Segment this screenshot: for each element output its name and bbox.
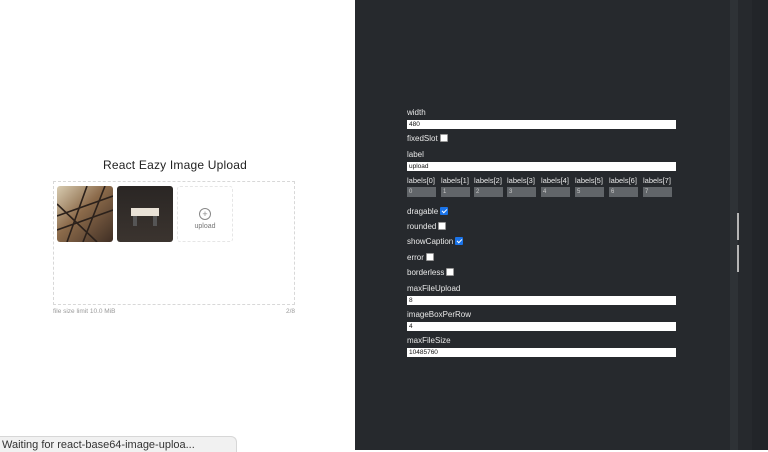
file-size-limit: file size limit 10.0 MiB <box>53 308 116 315</box>
image-thumbnail[interactable] <box>117 186 173 242</box>
uploader-title: React Eazy Image Upload <box>102 158 247 172</box>
error-checkbox[interactable] <box>425 252 434 261</box>
maxfileupload-input[interactable]: 8 <box>407 296 676 305</box>
labels-4-input[interactable]: 4 <box>541 187 570 197</box>
error-row: error <box>407 252 434 262</box>
labels-5-label: labels[5] <box>575 176 603 185</box>
fixedslot-label: fixedSlot <box>407 134 438 143</box>
width-input[interactable]: 480 <box>407 120 676 129</box>
upload-label: upload <box>194 223 216 230</box>
error-label: error <box>407 253 424 262</box>
showcaption-row: showCaption <box>407 236 464 246</box>
dragable-row: dragable <box>407 206 449 216</box>
label-input[interactable]: upload <box>407 162 676 171</box>
image-upload-area[interactable]: + upload <box>53 181 295 305</box>
labels-2-label: labels[2] <box>474 176 502 185</box>
labels-7-input[interactable]: 7 <box>643 187 672 197</box>
labels-1-label: labels[1] <box>441 176 469 185</box>
labels-4-label: labels[4] <box>541 176 569 185</box>
labels-2-input[interactable]: 2 <box>474 187 503 197</box>
maxfilesize-label: maxFileSize <box>407 336 451 345</box>
rounded-label: rounded <box>407 222 437 231</box>
borderless-row: borderless <box>407 267 455 277</box>
rounded-row: rounded <box>407 221 447 231</box>
preview-pane: React Eazy Image Upload + upload file si… <box>0 0 355 450</box>
showcaption-label: showCaption <box>407 237 454 246</box>
labels-0-label: labels[0] <box>407 176 435 185</box>
imageboxperrow-label: imageBoxPerRow <box>407 310 472 319</box>
dragable-label: dragable <box>407 207 439 216</box>
maxfileupload-label: maxFileUpload <box>407 284 461 293</box>
labels-0-input[interactable]: 0 <box>407 187 436 197</box>
borderless-checkbox[interactable] <box>446 267 455 276</box>
image-thumbnail[interactable] <box>57 186 113 242</box>
thumbnail-image <box>57 186 113 242</box>
borderless-label: borderless <box>407 268 445 277</box>
showcaption-checkbox[interactable] <box>455 236 464 245</box>
rounded-checkbox[interactable] <box>438 221 447 230</box>
label-label: label <box>407 150 424 159</box>
labels-6-label: labels[6] <box>609 176 637 185</box>
resize-handle[interactable] <box>737 213 744 272</box>
upload-button[interactable]: + upload <box>177 186 233 242</box>
labels-5-input[interactable]: 5 <box>575 187 604 197</box>
dragable-checkbox[interactable] <box>440 206 449 215</box>
labels-7-label: labels[7] <box>643 176 671 185</box>
imageboxperrow-input[interactable]: 4 <box>407 322 676 331</box>
file-count: 2/8 <box>285 308 295 315</box>
plus-icon: + <box>199 208 211 220</box>
maxfilesize-input[interactable]: 10485760 <box>407 348 676 357</box>
labels-6-input[interactable]: 6 <box>609 187 638 197</box>
fixedslot-checkbox[interactable] <box>439 133 448 142</box>
labels-3-input[interactable]: 3 <box>507 187 536 197</box>
labels-1-input[interactable]: 1 <box>441 187 470 197</box>
panel-edge <box>752 0 768 450</box>
fixedslot-row: fixedSlot <box>407 133 448 143</box>
labels-3-label: labels[3] <box>507 176 535 185</box>
width-label: width <box>407 108 426 117</box>
thumbnail-image <box>131 208 159 226</box>
